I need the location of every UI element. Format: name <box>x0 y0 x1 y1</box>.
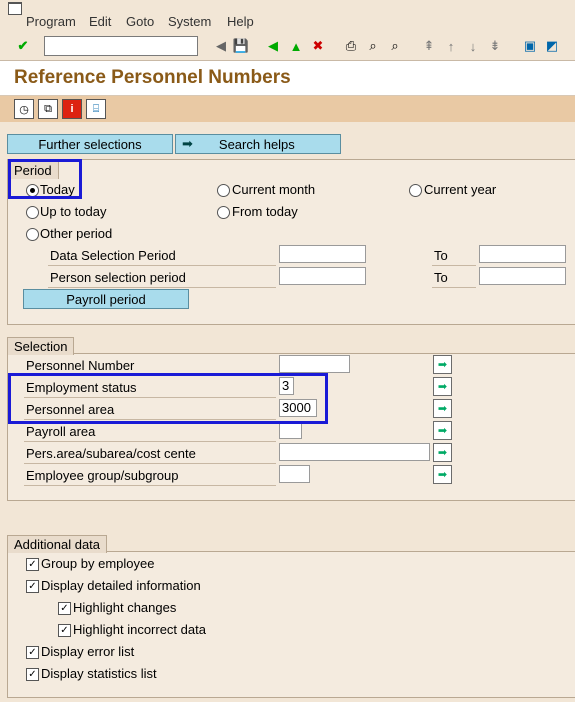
person-selection-to-input[interactable] <box>479 267 566 285</box>
divider <box>48 265 276 266</box>
multiple-selection-icon[interactable]: ➡ <box>433 465 452 484</box>
divider <box>24 441 276 442</box>
person-selection-from-input[interactable] <box>279 267 366 285</box>
back-icon[interactable]: ◀ <box>264 37 282 55</box>
standard-toolbar: ✔ ◀ 💾 ◀ ▲ ✖ ⎙ ⌕ ⌕ ⇞ ↑ ↓ ⇟ ▣ ◩ <box>0 32 575 61</box>
display-error-list-checkbox[interactable]: ✓ <box>26 646 39 659</box>
up-to-today-label: Up to today <box>40 204 107 219</box>
payroll-period-label: Payroll period <box>66 291 146 307</box>
last-page-icon[interactable]: ⇟ <box>486 37 504 55</box>
selection-frame-title: Selection <box>7 337 75 355</box>
find-icon[interactable]: ⌕ <box>364 37 382 55</box>
window-menu-icon[interactable] <box>8 2 22 15</box>
divider <box>24 485 276 486</box>
payroll-period-button[interactable]: Payroll period <box>23 289 189 309</box>
data-selection-from-input[interactable] <box>279 245 366 263</box>
previous-page-icon[interactable]: ↑ <box>442 37 460 55</box>
other-period-label: Other period <box>40 226 113 241</box>
arrow-right-icon: ➡ <box>182 136 193 151</box>
current-year-label: Current year <box>424 182 497 197</box>
data-selection-period-label: Data Selection Period <box>50 248 176 263</box>
menu-system[interactable]: System <box>168 14 211 29</box>
highlight-box-selection <box>8 373 328 424</box>
multiple-selection-icon[interactable]: ➡ <box>433 443 452 462</box>
current-year-radio[interactable] <box>409 184 422 197</box>
multiple-selection-icon[interactable]: ➡ <box>433 377 452 396</box>
up-to-today-radio[interactable] <box>26 206 39 219</box>
payroll-area-label: Payroll area <box>26 424 96 439</box>
create-session-icon[interactable]: ▣ <box>521 37 539 55</box>
person-selection-period-label: Person selection period <box>50 270 186 285</box>
display-detailed-information-checkbox[interactable]: ✓ <box>26 580 39 593</box>
history-icon[interactable]: ◀ <box>212 37 230 55</box>
multiple-selection-icon[interactable]: ➡ <box>433 355 452 374</box>
menu-edit[interactable]: Edit <box>89 14 111 29</box>
divider <box>432 287 476 288</box>
divider <box>432 265 476 266</box>
current-month-radio[interactable] <box>217 184 230 197</box>
highlight-incorrect-data-label: Highlight incorrect data <box>73 622 206 637</box>
group-by-employee-checkbox[interactable]: ✓ <box>26 558 39 571</box>
multiple-selection-icon[interactable]: ➡ <box>433 399 452 418</box>
group-by-employee-label: Group by employee <box>41 556 155 571</box>
display-statistics-list-label: Display statistics list <box>41 666 157 681</box>
cancel-icon[interactable]: ✖ <box>309 37 327 55</box>
other-period-radio[interactable] <box>26 228 39 241</box>
menu-goto[interactable]: Goto <box>126 14 154 29</box>
employee-group-subgroup-label: Employee group/subgroup <box>26 468 179 483</box>
multiple-selection-icon[interactable]: ➡ <box>433 421 452 440</box>
highlight-changes-label: Highlight changes <box>73 600 177 615</box>
shortcut-icon[interactable]: ◩ <box>543 37 561 55</box>
further-selections-label: Further selections <box>38 136 142 152</box>
further-selections-button[interactable]: Further selections <box>7 134 173 154</box>
execute-icon[interactable]: ◷ <box>14 99 34 119</box>
display-detailed-information-label: Display detailed information <box>41 578 201 593</box>
search-helps-button[interactable]: ➡ Search helps <box>175 134 341 154</box>
display-error-list-label: Display error list <box>41 644 135 659</box>
variant-icon[interactable]: ⧉ <box>38 99 58 119</box>
display-statistics-list-checkbox[interactable]: ✓ <box>26 668 39 681</box>
divider <box>48 287 276 288</box>
additional-data-frame-title: Additional data <box>7 535 108 553</box>
page-title: Reference Personnel Numbers <box>14 67 291 88</box>
selection-options-icon[interactable]: ⌸ <box>86 99 106 119</box>
enter-icon[interactable]: ✔ <box>14 37 32 55</box>
employee-group-subgroup-input[interactable] <box>279 465 310 483</box>
highlight-box-period <box>8 159 82 199</box>
data-selection-to-input[interactable] <box>479 245 566 263</box>
highlight-incorrect-data-checkbox[interactable]: ✓ <box>58 624 71 637</box>
next-page-icon[interactable]: ↓ <box>464 37 482 55</box>
title-bar: Reference Personnel Numbers <box>0 61 575 96</box>
pers-area-subarea-cost-center-label: Pers.area/subarea/cost cente <box>26 446 196 461</box>
divider <box>24 463 276 464</box>
exit-icon[interactable]: ▲ <box>287 37 305 55</box>
person-selection-to-label: To <box>434 270 448 285</box>
data-selection-to-label: To <box>434 248 448 263</box>
save-icon[interactable]: 💾 <box>232 37 250 55</box>
info-icon[interactable]: i <box>62 99 82 119</box>
current-month-label: Current month <box>232 182 316 197</box>
menu-program[interactable]: Program <box>26 14 76 29</box>
personnel-number-label: Personnel Number <box>26 358 135 373</box>
application-toolbar: ◷ ⧉ i ⌸ <box>0 96 575 122</box>
highlight-changes-checkbox[interactable]: ✓ <box>58 602 71 615</box>
search-helps-label: Search helps <box>218 136 295 152</box>
from-today-radio[interactable] <box>217 206 230 219</box>
from-today-label: From today <box>232 204 298 219</box>
print-icon[interactable]: ⎙ <box>342 37 360 55</box>
menu-help[interactable]: Help <box>227 14 254 29</box>
pers-area-subarea-cost-center-input[interactable] <box>279 443 430 461</box>
personnel-number-input[interactable] <box>279 355 350 373</box>
first-page-icon[interactable]: ⇞ <box>420 37 438 55</box>
command-field[interactable] <box>44 36 198 56</box>
find-next-icon[interactable]: ⌕ <box>386 37 404 55</box>
menu-bar: Program Edit Goto System Help <box>0 0 575 32</box>
